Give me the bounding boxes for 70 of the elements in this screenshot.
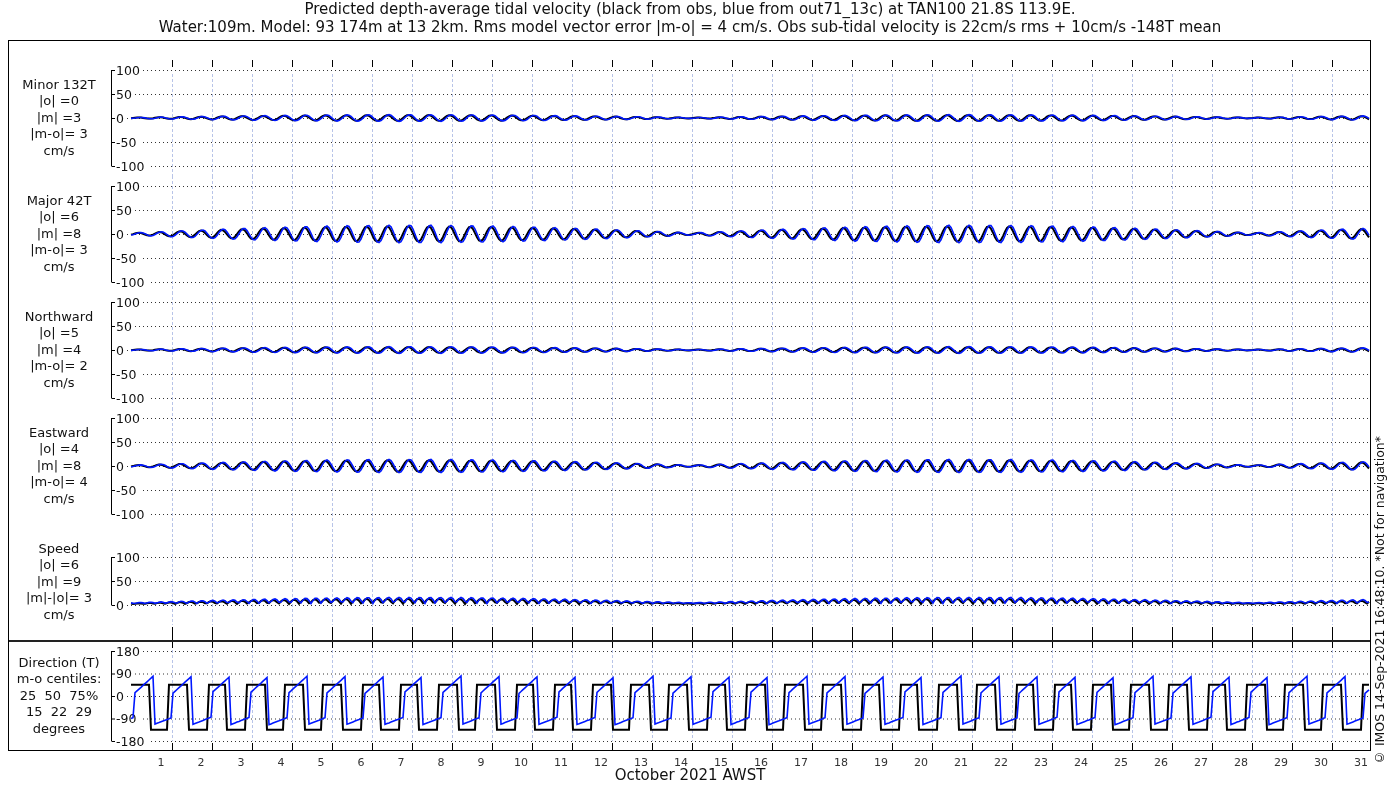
y-tick-label: -50 xyxy=(116,482,137,498)
y-tick-label: -180 xyxy=(116,733,145,749)
x-tick-label: 28 xyxy=(1234,756,1248,769)
x-tick-label: 2 xyxy=(197,756,205,769)
y-tick-label: 180 xyxy=(116,643,140,659)
x-tick-label: 27 xyxy=(1194,756,1208,769)
y-tick-label: -100 xyxy=(116,158,145,174)
x-tick-label: 4 xyxy=(277,756,285,769)
x-axis-label: October 2021 AWST xyxy=(614,767,766,783)
y-tick-label: -100 xyxy=(116,506,145,522)
y-tick-label: 100 xyxy=(116,178,140,194)
x-tick-label: 9 xyxy=(477,756,485,769)
panel-label: Eastward |o| =4 |m| =8 |m-o|= 4 cm/s xyxy=(29,424,89,508)
x-tick-label: 14 xyxy=(674,756,688,769)
y-tick-label: -100 xyxy=(116,390,145,406)
x-tick-label: 23 xyxy=(1034,756,1048,769)
y-tick-label: 100 xyxy=(116,549,140,565)
copyright-notice: © IMOS 14-Sep-2021 16:48:10. *Not for navigation* xyxy=(1372,435,1387,765)
x-tick-label: 31 xyxy=(1354,756,1368,769)
y-tick-label: 90 xyxy=(116,666,132,681)
x-tick-label: 22 xyxy=(994,756,1008,769)
y-tick-label: 0 xyxy=(116,226,124,242)
x-tick-label: 17 xyxy=(794,756,808,769)
x-tick-label: 3 xyxy=(237,756,245,769)
x-tick-label: 5 xyxy=(317,756,325,769)
x-tick-label: 25 xyxy=(1114,756,1128,769)
x-tick-label: 6 xyxy=(357,756,365,769)
x-tick-label: 20 xyxy=(914,756,928,769)
x-tick-label: 15 xyxy=(714,756,728,769)
panel-label: Major 42T |o| =6 |m| =8 |m-o|= 3 cm/s xyxy=(26,192,92,276)
y-tick-label: 100 xyxy=(116,410,140,426)
x-tick-label: 19 xyxy=(874,756,888,769)
x-tick-label: 11 xyxy=(554,756,568,769)
x-tick-label: 8 xyxy=(437,756,445,769)
chart-title: Predicted depth-average tidal velocity (black from obs, blue from out71_13c) at TAN100 21.8S 113.9E. xyxy=(304,0,1076,18)
y-tick-label: 0 xyxy=(116,688,124,704)
y-tick-label: 50 xyxy=(116,202,132,218)
panel-label: Direction (T) m-o centiles: 25 50 75% 15 22 29 degrees xyxy=(16,654,102,738)
x-tick-label: 30 xyxy=(1314,756,1328,769)
x-tick-label: 29 xyxy=(1274,756,1288,769)
y-tick-label: 0 xyxy=(116,458,124,474)
x-tick-label: 16 xyxy=(754,756,768,769)
y-tick-label: 100 xyxy=(116,62,140,78)
panel-label: Northward |o| =5 |m| =4 |m-o|= 2 cm/s xyxy=(24,308,94,392)
x-tick-label: 7 xyxy=(397,756,405,769)
y-tick-label: 50 xyxy=(116,573,132,589)
x-tick-label: 1 xyxy=(157,756,165,769)
y-tick-label: -50 xyxy=(116,134,137,150)
y-tick-label: 100 xyxy=(116,294,140,310)
y-tick-label: 50 xyxy=(116,434,132,450)
x-tick-label: 18 xyxy=(834,756,848,769)
y-tick-label: 0 xyxy=(116,597,124,613)
x-tick-label: 21 xyxy=(954,756,968,769)
x-tick-label: 13 xyxy=(634,756,648,769)
y-tick-label: -50 xyxy=(116,250,137,266)
y-tick-label: -100 xyxy=(116,274,145,290)
panel-label: Minor 132T |o| =0 |m| =3 |m-o|= 3 cm/s xyxy=(22,76,96,160)
x-tick-label: 12 xyxy=(594,756,608,769)
panel-label: Speed |o| =6 |m| =9 |m|-|o|= 3 cm/s xyxy=(25,540,93,624)
chart-subtitle: Water:109m. Model: 93 174m at 13 2km. Rms model vector error |m-o| = 4 cm/s. Obs sub-tidal velocity is 22cm/s rms + 10cm/s -148T mean xyxy=(158,18,1222,36)
x-tick-label: 24 xyxy=(1074,756,1088,769)
y-tick-label: -90 xyxy=(116,711,137,726)
y-tick-label: 50 xyxy=(116,86,132,102)
y-tick-label: 50 xyxy=(116,318,132,334)
y-axis xyxy=(111,556,116,606)
y-tick-label: -50 xyxy=(116,366,137,382)
y-tick-label: 0 xyxy=(116,110,124,126)
x-tick-label: 10 xyxy=(514,756,528,769)
y-tick-label: 0 xyxy=(116,342,124,358)
x-tick-label: 26 xyxy=(1154,756,1168,769)
